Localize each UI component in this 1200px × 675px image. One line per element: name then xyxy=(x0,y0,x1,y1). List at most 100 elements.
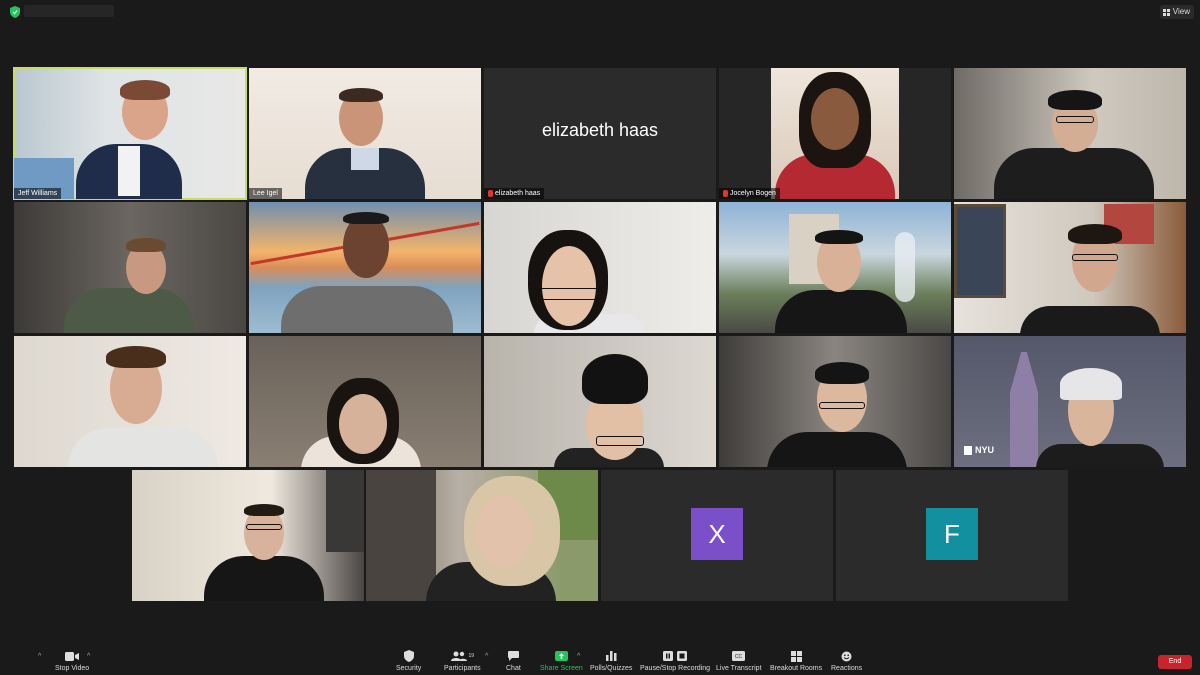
reactions-button[interactable]: Reactions xyxy=(831,650,862,672)
svg-text:CC: CC xyxy=(735,654,743,660)
nyu-logo: NYU xyxy=(964,445,994,455)
breakout-grid-icon xyxy=(790,650,802,662)
person-body xyxy=(68,428,218,467)
video-tile-participant-9[interactable] xyxy=(719,202,951,333)
participant-display-name: elizabeth haas xyxy=(541,120,659,140)
name-tag: Lee Igel xyxy=(249,188,282,199)
person-hair xyxy=(106,346,166,368)
video-tile-participant-10[interactable] xyxy=(954,202,1186,333)
person-body xyxy=(1036,444,1164,467)
video-tile-participant-12[interactable] xyxy=(249,336,481,467)
building-background xyxy=(366,470,436,601)
person-body xyxy=(1020,306,1160,333)
torch-icon xyxy=(964,445,972,455)
view-button[interactable]: View xyxy=(1159,5,1194,19)
meeting-info-redacted xyxy=(24,5,114,17)
video-tile-participant-11[interactable] xyxy=(14,336,246,467)
person-body xyxy=(204,556,324,601)
video-feed xyxy=(771,68,899,199)
name-tag: elizabeth haas xyxy=(484,188,545,199)
person-head xyxy=(339,394,387,454)
dark-panel-background xyxy=(326,470,364,552)
person-hair xyxy=(1048,90,1102,110)
chat-button[interactable]: Chat xyxy=(506,650,521,672)
video-tile-participant-14[interactable] xyxy=(719,336,951,467)
participants-count: 19 xyxy=(468,653,475,659)
person-head xyxy=(811,88,859,150)
avatar-f: F xyxy=(926,508,978,560)
participants-button[interactable]: 19 Participants xyxy=(444,650,481,672)
fountain-background xyxy=(895,232,915,302)
video-tile-elizabeth-haas[interactable]: elizabeth haas elizabeth haas xyxy=(484,68,716,199)
shirt xyxy=(118,146,140,196)
live-transcript-button[interactable]: CC Live Transcript xyxy=(716,650,762,672)
person-body xyxy=(994,148,1154,199)
stop-video-button[interactable]: Stop Video xyxy=(55,650,89,672)
wall-art xyxy=(954,204,1006,298)
breakout-rooms-button[interactable]: Breakout Rooms xyxy=(770,650,822,672)
video-tile-participant-13[interactable] xyxy=(484,336,716,467)
headphones xyxy=(1060,368,1122,400)
person-body xyxy=(64,288,194,333)
closed-caption-icon: CC xyxy=(732,650,746,662)
share-screen-icon xyxy=(554,650,568,662)
empire-state-background xyxy=(1010,352,1038,467)
glasses xyxy=(1072,254,1118,261)
reaction-smiley-icon xyxy=(841,650,852,662)
video-camera-icon xyxy=(65,650,80,662)
video-tile-participant-16[interactable] xyxy=(132,470,364,601)
video-tile-jocelyn-bogen[interactable]: Jocelyn Bogen xyxy=(719,68,951,199)
video-tile-participant-6[interactable] xyxy=(14,202,246,333)
person-body xyxy=(775,290,907,333)
person-hair xyxy=(339,88,383,102)
video-tile-participant-7[interactable] xyxy=(249,202,481,333)
video-tile-participant-f[interactable]: F xyxy=(836,470,1068,601)
zoom-meeting-window: View Jeff Williams Lee Igel elizabeth ha… xyxy=(0,0,1200,675)
encryption-shield-icon[interactable] xyxy=(10,6,20,18)
person-hair xyxy=(815,362,869,384)
security-shield-icon xyxy=(403,650,414,662)
shirt-collar xyxy=(351,148,379,170)
person-body xyxy=(767,432,907,467)
video-tile-participant-8[interactable] xyxy=(484,202,716,333)
participants-chevron-icon[interactable]: ^ xyxy=(485,653,488,660)
video-tile-participant-5[interactable] xyxy=(954,68,1186,199)
person-hair xyxy=(120,80,170,100)
pause-stop-recording-button[interactable]: Pause/Stop Recording xyxy=(640,650,710,672)
video-tile-lee-igel[interactable]: Lee Igel xyxy=(249,68,481,199)
glasses xyxy=(819,402,865,409)
avatar-x: X xyxy=(691,508,743,560)
video-tile-participant-x[interactable]: X xyxy=(601,470,833,601)
person-hair xyxy=(126,238,166,252)
person-hair xyxy=(815,230,863,244)
view-label: View xyxy=(1172,7,1190,16)
video-options-chevron-icon[interactable]: ^ xyxy=(87,653,90,660)
person-head xyxy=(476,496,532,568)
glasses xyxy=(1056,116,1094,123)
pause-stop-icons xyxy=(663,650,688,662)
video-tile-jeff-williams[interactable]: Jeff Williams xyxy=(13,67,247,200)
share-options-chevron-icon[interactable]: ^ xyxy=(577,653,580,660)
person-head xyxy=(542,246,596,326)
name-tag: Jocelyn Bogen xyxy=(719,188,780,199)
participants-people-icon: 19 xyxy=(450,650,475,662)
polls-quizzes-button[interactable]: Polls/Quizzes xyxy=(590,650,632,672)
glasses xyxy=(246,524,282,530)
bar-chart-icon xyxy=(605,650,617,662)
person-body xyxy=(281,286,453,333)
person-hair xyxy=(343,212,389,224)
glasses xyxy=(538,288,602,300)
chat-bubble-icon xyxy=(507,650,519,662)
person-hair xyxy=(1068,224,1122,244)
end-meeting-button[interactable]: End xyxy=(1158,655,1192,669)
muted-mic-icon xyxy=(488,190,493,197)
person-hair xyxy=(244,504,284,516)
video-tile-participant-17[interactable] xyxy=(366,470,598,601)
security-button[interactable]: Security xyxy=(396,650,421,672)
meeting-controls-toolbar: ^ Stop Video ^ Security 19 Participants … xyxy=(0,647,1200,675)
glasses xyxy=(596,436,644,446)
audio-options-chevron-icon[interactable]: ^ xyxy=(38,653,41,660)
person-hair xyxy=(582,354,648,404)
muted-mic-icon xyxy=(723,190,728,197)
video-tile-participant-15[interactable]: NYU xyxy=(954,336,1186,467)
